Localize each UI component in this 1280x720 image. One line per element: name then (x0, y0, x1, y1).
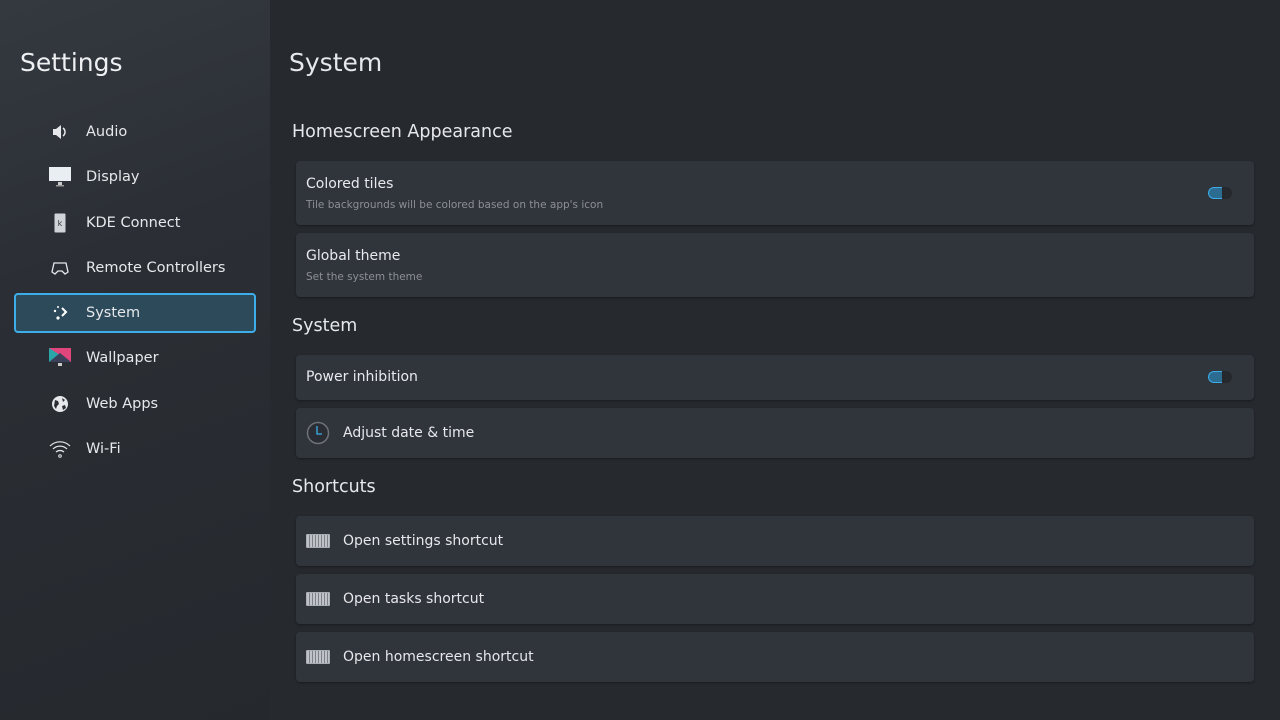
row-title: Open homescreen shortcut (343, 649, 534, 665)
sidebar-item-label: KDE Connect (86, 215, 180, 231)
globe-icon (46, 392, 74, 416)
svg-text:k: k (58, 219, 63, 228)
sidebar-item-label: Wi-Fi (86, 441, 121, 457)
sidebar: Settings Audio Display k KDE Connect Rem… (0, 0, 270, 720)
sidebar-item-audio[interactable]: Audio (14, 112, 256, 152)
open-tasks-shortcut-row[interactable]: Open tasks shortcut (296, 574, 1254, 624)
row-subtitle: Set the system theme (306, 271, 422, 283)
sidebar-item-label: Web Apps (86, 396, 158, 412)
open-settings-shortcut-row[interactable]: Open settings shortcut (296, 516, 1254, 566)
wallpaper-icon (46, 346, 74, 370)
row-title: Power inhibition (306, 369, 418, 385)
sidebar-title: Settings (20, 48, 123, 77)
sidebar-item-label: System (86, 305, 140, 321)
main-content: System Homescreen Appearance Colored til… (270, 0, 1280, 720)
sidebar-item-web-apps[interactable]: Web Apps (14, 384, 256, 424)
keyboard-icon (306, 529, 330, 553)
section-title: Homescreen Appearance (292, 122, 513, 142)
sidebar-item-label: Wallpaper (86, 350, 159, 366)
sidebar-item-label: Remote Controllers (86, 260, 225, 276)
monitor-icon (46, 165, 74, 189)
adjust-date-time-row[interactable]: Adjust date & time (296, 408, 1254, 458)
gamepad-icon (46, 256, 74, 280)
row-title: Colored tiles (306, 176, 393, 192)
sidebar-item-label: Display (86, 169, 139, 185)
system-icon (46, 301, 74, 325)
sidebar-item-wallpaper[interactable]: Wallpaper (14, 338, 256, 378)
sidebar-item-wifi[interactable]: Wi-Fi (14, 429, 256, 469)
colored-tiles-row[interactable]: Colored tiles Tile backgrounds will be c… (296, 161, 1254, 225)
sidebar-item-label: Audio (86, 124, 127, 140)
sidebar-item-display[interactable]: Display (14, 157, 256, 197)
row-title: Open tasks shortcut (343, 591, 484, 607)
section-title: System (292, 316, 357, 336)
speaker-icon (46, 120, 74, 144)
power-inhibition-row[interactable]: Power inhibition (296, 355, 1254, 400)
power-inhibition-toggle[interactable] (1208, 371, 1232, 383)
wifi-icon (46, 437, 74, 461)
clock-icon (306, 421, 330, 445)
phone-icon: k (46, 211, 74, 235)
row-title: Adjust date & time (343, 425, 474, 441)
keyboard-icon (306, 645, 330, 669)
keyboard-icon (306, 587, 330, 611)
section-title: Shortcuts (292, 477, 376, 497)
colored-tiles-toggle[interactable] (1208, 187, 1232, 199)
sidebar-item-system[interactable]: System (14, 293, 256, 333)
sidebar-item-kde-connect[interactable]: k KDE Connect (14, 203, 256, 243)
row-title: Global theme (306, 248, 400, 264)
row-subtitle: Tile backgrounds will be colored based o… (306, 199, 603, 211)
sidebar-item-remote-controllers[interactable]: Remote Controllers (14, 248, 256, 288)
global-theme-row[interactable]: Global theme Set the system theme (296, 233, 1254, 297)
page-title: System (289, 48, 382, 77)
row-title: Open settings shortcut (343, 533, 503, 549)
open-homescreen-shortcut-row[interactable]: Open homescreen shortcut (296, 632, 1254, 682)
